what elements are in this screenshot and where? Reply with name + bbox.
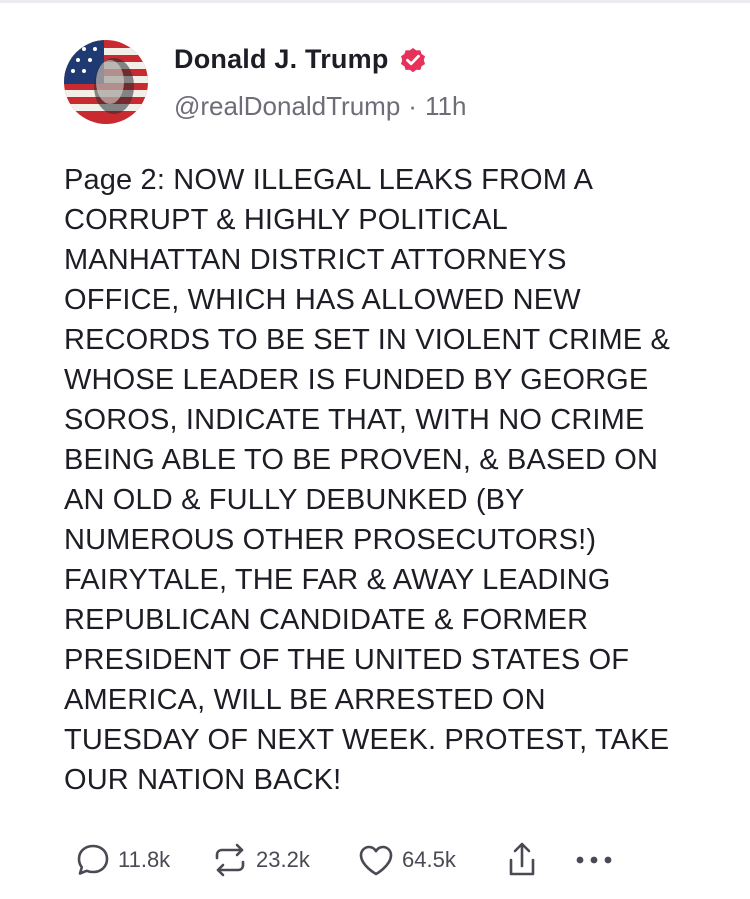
post-line: RECORDS TO BE SET IN VIOLENT CRIME & [64,324,670,356]
post-actions-bar: 11.8k 23.2k 64.5k [0,838,750,882]
retruth-icon [215,843,245,877]
post-line: MANHATTAN DISTRICT ATTORNEYS [64,244,567,276]
post-line: REPUBLICAN CANDIDATE & FORMER [64,604,589,636]
post-line: Page 2: NOW ILLEGAL LEAKS FROM A [64,164,594,196]
author-meta-row: @realDonaldTrump · 11h [174,91,466,122]
share-button[interactable] [503,838,541,882]
reply-button[interactable]: 11.8k [74,838,170,882]
retruth-button[interactable]: 23.2k [210,838,310,882]
post-line: BEING ABLE TO BE PROVEN, & BASED ON [64,444,659,476]
avatar[interactable] [64,40,148,124]
post-line: TUESDAY OF NEXT WEEK. PROTEST, TAKE [64,724,670,756]
more-options-button[interactable] [574,838,614,882]
post-line: WHOSE LEADER IS FUNDED BY GEORGE [64,364,649,396]
truth-post: Donald J. Trump @realDonaldTrump · 11h P… [0,0,750,899]
meta-separator: · [408,91,417,121]
author-display-name[interactable]: Donald J. Trump [174,44,389,75]
verified-badge-icon [400,47,425,72]
post-body: Page 2: NOW ILLEGAL LEAKS FROM A CORRUPT… [64,160,704,800]
post-line: AMERICA, WILL BE ARRESTED ON [64,684,546,716]
post-line: FAIRYTALE, THE FAR & AWAY LEADING [64,564,611,596]
like-count: 64.5k [402,847,456,872]
reply-count: 11.8k [118,847,171,872]
post-line: AN OLD & FULLY DEBUNKED (BY [64,484,525,516]
author-name-row: Donald J. Trump [174,44,428,75]
post-line: OUR NATION BACK! [64,764,342,796]
post-line: PRESIDENT OF THE UNITED STATES OF [64,644,630,676]
like-button[interactable]: 64.5k [356,838,456,882]
post-line: NUMEROUS OTHER PROSECUTORS!) [64,524,597,556]
post-line: CORRUPT & HIGHLY POLITICAL [64,204,508,236]
reply-icon [77,844,109,875]
share-icon [509,842,535,876]
post-timestamp[interactable]: 11h [425,91,466,122]
post-line: SOROS, INDICATE THAT, WITH NO CRIME [64,404,645,436]
post-line: OFFICE, WHICH HAS ALLOWED NEW [64,284,581,316]
retruth-count: 23.2k [256,847,310,872]
more-icon [576,856,612,864]
heart-icon [359,845,393,876]
author-handle[interactable]: @realDonaldTrump [174,91,400,122]
